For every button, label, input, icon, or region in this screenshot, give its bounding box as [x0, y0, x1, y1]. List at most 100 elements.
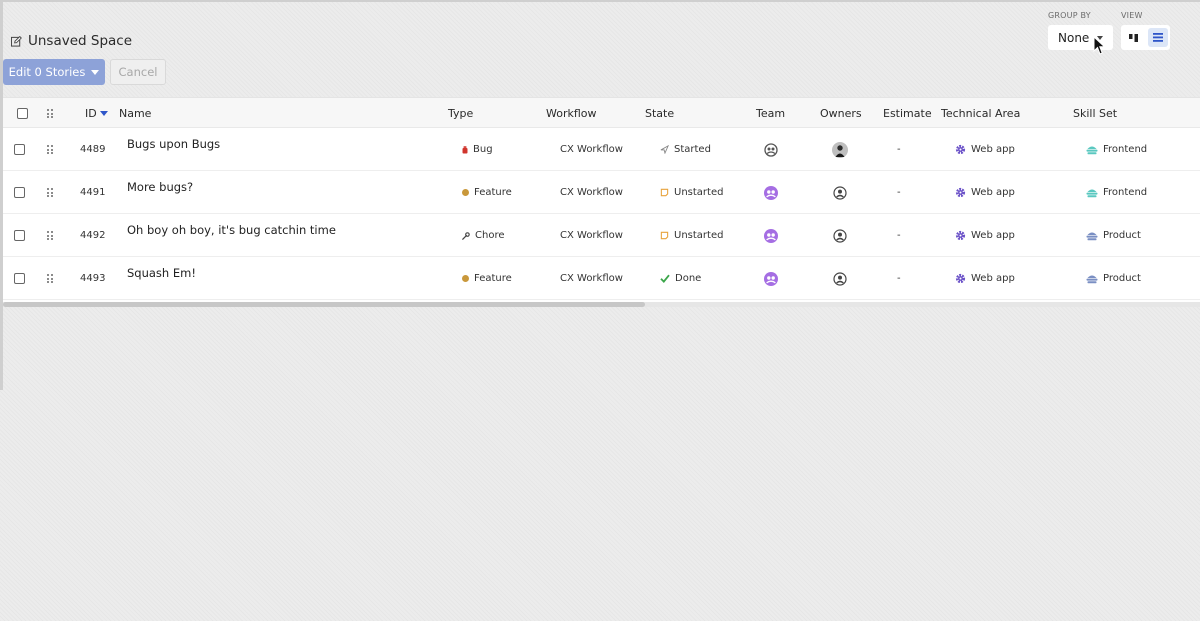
row-checkbox[interactable] — [14, 214, 25, 257]
story-technical-area[interactable]: Web app — [955, 214, 1015, 257]
chevron-down-icon — [91, 69, 100, 75]
user-circle-icon[interactable] — [833, 257, 847, 300]
column-header-type[interactable]: Type — [448, 98, 473, 129]
select-all-checkbox[interactable] — [17, 98, 28, 129]
skill-set-label: Product — [1103, 230, 1141, 241]
gear-icon — [955, 144, 966, 155]
team-icon-gray[interactable] — [764, 128, 778, 171]
table-row[interactable]: 4489 Bugs upon Bugs Bug CX Workflow Star… — [3, 128, 1200, 171]
team-icon-purple[interactable] — [764, 214, 778, 257]
user-circle-icon[interactable] — [833, 171, 847, 214]
started-icon — [660, 145, 669, 154]
column-header-owners[interactable]: Owners — [820, 98, 862, 129]
story-type: Feature — [462, 171, 512, 214]
group-by-label: GROUP BY — [1048, 11, 1091, 20]
table-row[interactable]: 4492 Oh boy oh boy, it's bug catchin tim… — [3, 214, 1200, 257]
team-icon-purple[interactable] — [764, 257, 778, 300]
drag-handle-icon[interactable] — [47, 171, 53, 214]
checkmark-icon — [660, 274, 670, 283]
story-estimate: - — [897, 230, 901, 241]
technical-area-label: Web app — [971, 230, 1015, 241]
cancel-button[interactable]: Cancel — [110, 59, 166, 85]
edit-stories-label: Edit 0 Stories — [8, 65, 86, 79]
story-name[interactable]: Bugs upon Bugs — [127, 136, 220, 152]
story-id: 4492 — [80, 230, 106, 241]
story-skill-set[interactable]: Product — [1086, 257, 1141, 300]
column-header-team[interactable]: Team — [756, 98, 785, 129]
column-header-id[interactable]: ID — [85, 98, 108, 129]
scrollbar-thumb[interactable] — [3, 302, 645, 307]
story-workflow: CX Workflow — [560, 187, 623, 198]
story-name[interactable]: Oh boy oh boy, it's bug catchin time — [127, 222, 336, 238]
row-checkbox[interactable] — [14, 257, 25, 300]
story-skill-set[interactable]: Product — [1086, 214, 1141, 257]
story-workflow: CX Workflow — [560, 144, 623, 155]
column-header-skill-set[interactable]: Skill Set — [1073, 98, 1117, 129]
story-type-label: Bug — [473, 144, 493, 155]
kanban-view-button[interactable] — [1124, 28, 1144, 47]
story-id: 4489 — [80, 144, 106, 155]
drag-handle-icon[interactable] — [47, 257, 53, 300]
list-view-icon — [1152, 33, 1163, 42]
story-type-label: Feature — [474, 187, 512, 198]
story-state-label: Done — [675, 273, 702, 284]
story-technical-area[interactable]: Web app — [955, 171, 1015, 214]
column-header-state[interactable]: State — [645, 98, 674, 129]
user-circle-icon[interactable] — [833, 214, 847, 257]
team-icon-purple[interactable] — [764, 171, 778, 214]
story-name[interactable]: More bugs? — [127, 179, 193, 195]
drag-handle-icon[interactable] — [47, 128, 53, 171]
table-row[interactable]: 4491 More bugs? Feature CX Workflow Unst… — [3, 171, 1200, 214]
wrench-icon — [462, 231, 470, 240]
gear-icon — [955, 187, 966, 198]
story-workflow: CX Workflow — [560, 273, 623, 284]
story-type: Feature — [462, 257, 512, 300]
story-state[interactable]: Unstarted — [660, 214, 723, 257]
story-type: Chore — [462, 214, 504, 257]
row-checkbox[interactable] — [14, 128, 25, 171]
row-checkbox[interactable] — [14, 171, 25, 214]
story-type-label: Chore — [475, 230, 505, 241]
unstarted-icon — [660, 231, 669, 240]
unstarted-icon — [660, 188, 669, 197]
column-header-estimate[interactable]: Estimate — [883, 98, 932, 129]
story-state[interactable]: Done — [660, 257, 701, 300]
owner-avatar[interactable] — [832, 128, 848, 171]
feature-dot-icon — [462, 275, 469, 282]
frontend-icon — [1086, 189, 1098, 197]
table-row[interactable]: 4493 Squash Em! Feature CX Workflow Done… — [3, 257, 1200, 300]
story-state[interactable]: Unstarted — [660, 171, 723, 214]
column-header-workflow[interactable]: Workflow — [546, 98, 597, 129]
list-view-button[interactable] — [1147, 28, 1168, 47]
story-technical-area[interactable]: Web app — [955, 128, 1015, 171]
skill-set-label: Frontend — [1103, 144, 1148, 155]
story-estimate: - — [897, 144, 901, 155]
cancel-label: Cancel — [118, 65, 158, 79]
view-toggle — [1121, 25, 1170, 50]
edit-icon[interactable] — [11, 35, 22, 47]
column-header-name[interactable]: Name — [119, 98, 151, 129]
technical-area-label: Web app — [971, 273, 1015, 284]
frontend-icon — [1086, 146, 1098, 154]
skill-set-label: Frontend — [1103, 187, 1148, 198]
edit-stories-button[interactable]: Edit 0 Stories — [3, 59, 105, 85]
story-state[interactable]: Started — [660, 128, 711, 171]
story-name[interactable]: Squash Em! — [127, 265, 196, 281]
story-state-label: Unstarted — [674, 187, 724, 198]
group-by-value: None — [1058, 30, 1090, 45]
drag-handle-icon[interactable] — [47, 214, 53, 257]
column-header-technical-area[interactable]: Technical Area — [941, 98, 1020, 129]
story-skill-set[interactable]: Frontend — [1086, 171, 1147, 214]
mouse-cursor-icon — [1093, 36, 1106, 55]
bug-icon — [462, 145, 468, 153]
sort-desc-icon — [99, 111, 108, 116]
skill-set-label: Product — [1103, 273, 1141, 284]
story-state-label: Unstarted — [674, 230, 724, 241]
story-skill-set[interactable]: Frontend — [1086, 128, 1147, 171]
story-technical-area[interactable]: Web app — [955, 257, 1015, 300]
technical-area-label: Web app — [971, 187, 1015, 198]
space-title: Unsaved Space — [11, 33, 132, 49]
gear-icon — [955, 273, 966, 284]
stories-table: ID Name Type Workflow State Team Owners … — [3, 97, 1200, 302]
story-workflow: CX Workflow — [560, 230, 623, 241]
